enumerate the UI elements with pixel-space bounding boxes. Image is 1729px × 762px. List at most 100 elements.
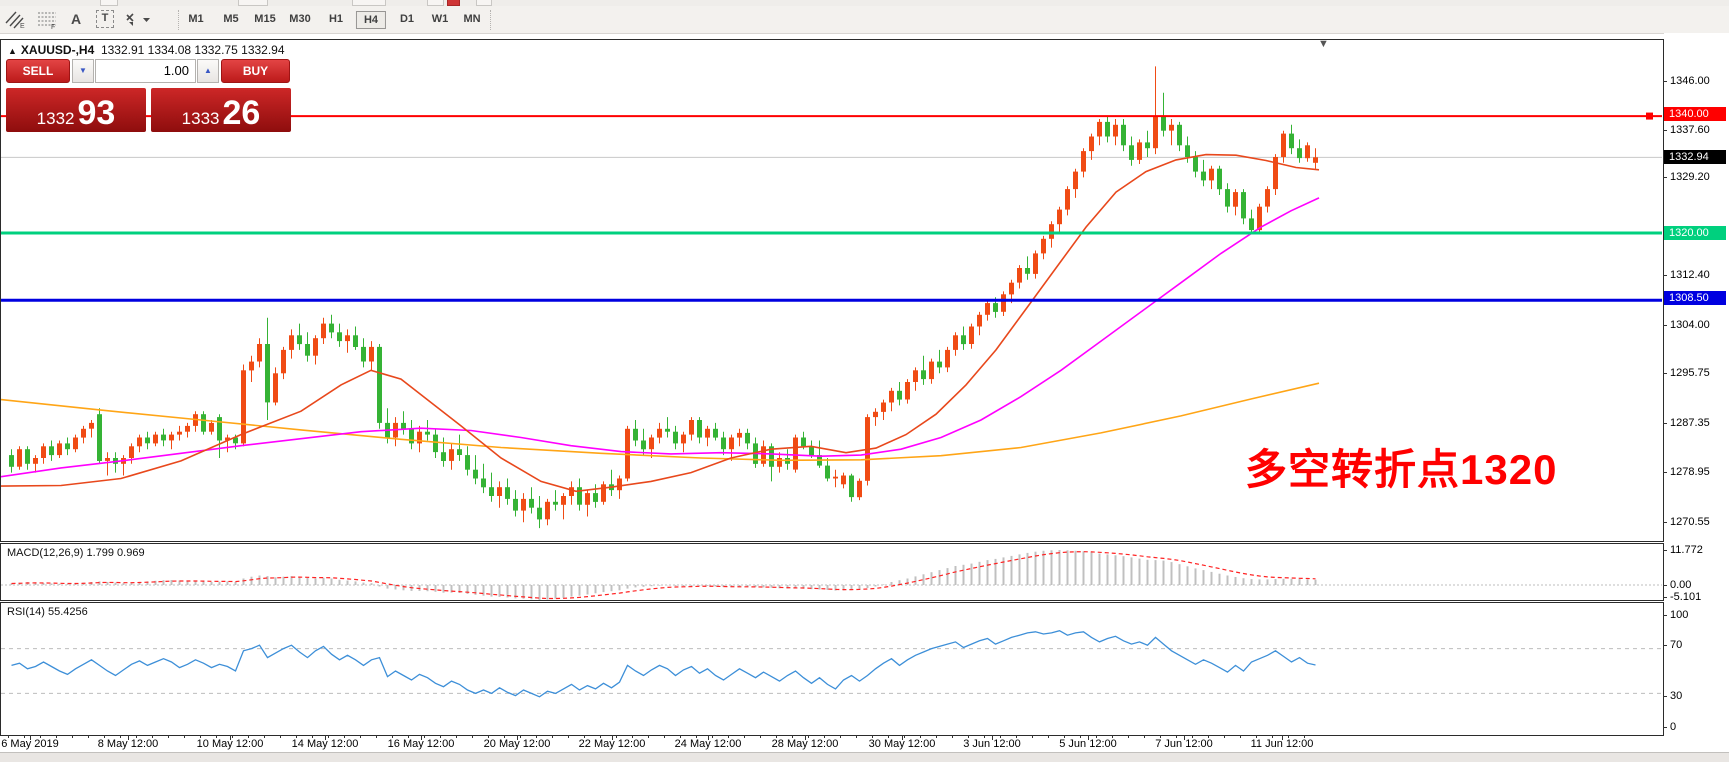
equidistant-channel-icon[interactable]: E <box>3 9 27 30</box>
price-axis-label: 1346.00 <box>1670 75 1710 87</box>
time-minor-tick <box>1032 735 1033 738</box>
price-axis-label: 30 <box>1670 690 1682 702</box>
time-minor-tick <box>744 735 745 738</box>
quote-high: 1334.08 <box>148 43 191 57</box>
price-axis-label: 1304.00 <box>1670 319 1710 331</box>
time-axis-label: 10 May 12:00 <box>197 738 264 750</box>
timeframe-button-D1[interactable]: D1 <box>396 11 418 27</box>
time-axis-label: 3 Jun 12:00 <box>963 738 1021 750</box>
time-minor-tick <box>1048 735 1049 738</box>
toolbar: E F A T M1 M5 M15 M30 H1 H4 D1 W1 MN <box>0 6 1729 34</box>
price-axis-label: 70 <box>1670 639 1682 651</box>
axis-tick <box>1663 696 1667 697</box>
ask-price-main: 1333 <box>182 110 220 127</box>
one-click-trading-widget: SELL ▼ 1.00 ▲ BUY 1332 93 1333 26 <box>6 57 290 133</box>
time-minor-tick <box>664 735 665 738</box>
axis-tick <box>1663 130 1667 131</box>
price-badge: 1320.00 <box>1664 226 1726 240</box>
axis-tick <box>1663 373 1667 374</box>
time-axis-label: 11 Jun 12:00 <box>1251 738 1314 750</box>
time-axis-label: 30 May 12:00 <box>869 738 936 750</box>
timeframe-button-M5[interactable]: M5 <box>219 11 242 27</box>
time-minor-tick <box>184 735 185 738</box>
time-axis-label: 14 May 12:00 <box>292 738 359 750</box>
time-axis-label: 22 May 12:00 <box>579 738 646 750</box>
chart-annotation-text: 多空转折点1320 <box>1245 436 1557 497</box>
price-axis-label: 1312.40 <box>1670 269 1710 281</box>
rsi-panel[interactable]: RSI(14) 55.4256 <box>0 602 1664 736</box>
bid-price-pips: 93 <box>78 99 116 127</box>
time-minor-tick <box>760 735 761 738</box>
volume-input[interactable]: 1.00 <box>95 59 196 83</box>
rsi-chart <box>1 603 1662 734</box>
axis-tick <box>1663 325 1667 326</box>
price-axis-label: 100 <box>1670 609 1688 621</box>
timeframe-button-H4[interactable]: H4 <box>356 11 386 29</box>
time-minor-tick <box>376 735 377 738</box>
shapes-icon[interactable] <box>122 9 154 30</box>
macd-panel[interactable]: MACD(12,26,9) 1.799 0.969 <box>0 543 1664 601</box>
time-minor-tick <box>72 735 73 738</box>
quote-close: 1332.94 <box>241 43 284 57</box>
axis-tick <box>1663 615 1667 616</box>
timeframe-button-W1[interactable]: W1 <box>428 11 453 27</box>
time-axis[interactable]: 6 May 2019 8 May 12:00 10 May 12:00 14 M… <box>0 736 1729 752</box>
rsi-line <box>12 631 1316 697</box>
time-axis-label: 24 May 12:00 <box>675 738 742 750</box>
macd-signal-line <box>12 552 1316 599</box>
quote-header: ▲XAUUSD-,H4 1332.91 1334.08 1332.75 1332… <box>8 43 285 57</box>
macd-histogram <box>12 550 1316 600</box>
bid-price-tile[interactable]: 1332 93 <box>6 88 146 132</box>
time-minor-tick <box>472 735 473 738</box>
time-minor-tick <box>360 735 361 738</box>
sell-button[interactable]: SELL <box>6 59 70 83</box>
volume-decrease-button[interactable]: ▼ <box>72 59 94 83</box>
price-axis-label: 1287.35 <box>1670 417 1710 429</box>
toolbar-separator <box>490 10 492 30</box>
price-badge: 1332.94 <box>1664 150 1726 164</box>
time-minor-tick <box>1144 735 1145 738</box>
time-minor-tick <box>264 735 265 738</box>
timeframe-button-M1[interactable]: M1 <box>184 11 207 27</box>
buy-button[interactable]: BUY <box>221 59 290 83</box>
axis-tick <box>1663 81 1667 82</box>
axis-tick <box>1663 597 1667 598</box>
axis-tick <box>1663 177 1667 178</box>
text-icon[interactable]: A <box>64 9 88 30</box>
time-minor-tick <box>1128 735 1129 738</box>
time-minor-tick <box>1240 735 1241 738</box>
time-minor-tick <box>552 735 553 738</box>
volume-increase-button[interactable]: ▲ <box>197 59 219 83</box>
ask-price-tile[interactable]: 1333 26 <box>151 88 291 132</box>
svg-text:F: F <box>51 24 55 29</box>
price-axis-label: 1337.60 <box>1670 124 1710 136</box>
hline-drag-handle[interactable] <box>1646 113 1653 120</box>
chart-shift-marker-icon[interactable]: ▼ <box>1318 38 1329 50</box>
axis-tick <box>1663 645 1667 646</box>
ask-price-pips: 26 <box>223 99 261 127</box>
axis-tick <box>1663 550 1667 551</box>
bid-price-main: 1332 <box>37 110 75 127</box>
label-icon[interactable]: T <box>93 9 117 30</box>
timeframe-button-MN[interactable]: MN <box>459 11 484 27</box>
macd-chart <box>1 544 1662 600</box>
toolbar-separator <box>178 10 180 30</box>
collapse-arrow-icon[interactable]: ▲ <box>8 46 17 56</box>
time-minor-tick <box>936 735 937 738</box>
price-axis-label: 1270.55 <box>1670 516 1710 528</box>
price-axis[interactable]: 1346.00 1337.60 1329.20 1312.40 1304.00 … <box>1664 33 1729 752</box>
timeframe-button-H1[interactable]: H1 <box>325 11 347 27</box>
time-axis-label: 20 May 12:00 <box>484 738 551 750</box>
price-badge: 1308.50 <box>1664 291 1726 305</box>
ma-slow-line[interactable] <box>1 383 1319 460</box>
fibonacci-icon[interactable]: F <box>35 9 59 30</box>
axis-tick <box>1663 522 1667 523</box>
axis-tick <box>1663 275 1667 276</box>
price-axis-label: 0 <box>1670 721 1676 733</box>
timeframe-button-M30[interactable]: M30 <box>285 11 314 27</box>
price-axis-label: 1278.95 <box>1670 466 1710 478</box>
svg-text:E: E <box>20 23 25 29</box>
timeframe-button-M15[interactable]: M15 <box>250 11 279 27</box>
time-axis-label: 6 May 2019 <box>1 738 58 750</box>
quote-low: 1332.75 <box>194 43 237 57</box>
